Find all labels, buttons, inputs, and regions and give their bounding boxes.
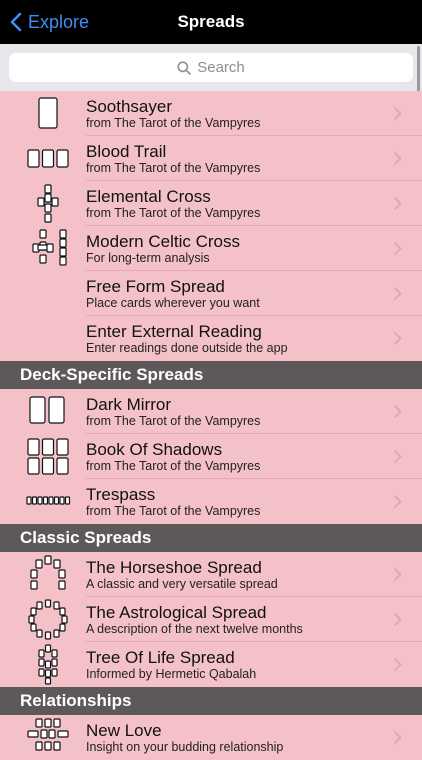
chevron-right-icon: [393, 286, 402, 301]
celtic-cross-icon: [32, 229, 67, 266]
spread-row-soothsayer[interactable]: Soothsayer from The Tarot of the Vampyre…: [0, 91, 422, 136]
chevron-right-icon: [393, 494, 402, 509]
spread-row-trespass[interactable]: Trespass from The Tarot of the Vampyres: [0, 479, 422, 524]
spread-row-new-love[interactable]: New Love Insight on your budding relatio…: [0, 715, 422, 760]
spread-row-external-reading[interactable]: Enter External Reading Enter readings do…: [0, 316, 422, 361]
spread-subtitle: from The Tarot of the Vampyres: [86, 504, 261, 518]
search-bar-container: Search: [0, 44, 422, 91]
spread-row-free-form[interactable]: Free Form Spread Place cards wherever yo…: [0, 271, 422, 316]
spread-row-dark-mirror[interactable]: Dark Mirror from The Tarot of the Vampyr…: [0, 389, 422, 434]
chevron-right-icon: [393, 106, 402, 121]
spread-row-blood-trail[interactable]: Blood Trail from The Tarot of the Vampyr…: [0, 136, 422, 181]
spread-title: Trespass: [86, 485, 156, 504]
spread-subtitle: Informed by Hermetic Qabalah: [86, 667, 257, 681]
chevron-right-icon: [393, 404, 402, 419]
navigation-bar: Explore Spreads: [0, 0, 422, 44]
tree-of-life-icon: [38, 644, 58, 685]
spread-row-astrological[interactable]: The Astrological Spread A description of…: [0, 597, 422, 642]
row-of-cards-icon: [26, 496, 71, 505]
spread-subtitle: from The Tarot of the Vampyres: [86, 116, 261, 130]
spread-title: Soothsayer: [86, 97, 172, 116]
section-header-relationships: Relationships: [0, 687, 422, 715]
spread-row-tree-of-life[interactable]: Tree Of Life Spread Informed by Hermetic…: [0, 642, 422, 687]
chevron-right-icon: [393, 241, 402, 256]
spread-title: Book Of Shadows: [86, 440, 223, 459]
two-cards-icon: [29, 396, 65, 424]
spread-title: Blood Trail: [86, 142, 167, 161]
chevron-right-icon: [393, 567, 402, 582]
spread-subtitle: Place cards wherever you want: [86, 296, 260, 310]
spread-row-book-of-shadows[interactable]: Book Of Shadows from The Tarot of the Va…: [0, 434, 422, 479]
spread-title: Enter External Reading: [86, 322, 262, 341]
spread-title: Free Form Spread: [86, 277, 225, 296]
spread-list: Soothsayer from The Tarot of the Vampyre…: [0, 91, 422, 760]
spread-subtitle: Insight on your budding relationship: [86, 740, 284, 754]
chevron-right-icon: [393, 151, 402, 166]
cross-spread-icon: [37, 184, 59, 223]
spread-title: The Horseshoe Spread: [86, 558, 262, 577]
spread-row-elemental-cross[interactable]: Elemental Cross from The Tarot of the Va…: [0, 181, 422, 226]
spread-subtitle: A classic and very versatile spread: [86, 577, 278, 591]
spread-title: Modern Celtic Cross: [86, 232, 240, 251]
spread-title: Elemental Cross: [86, 187, 211, 206]
spread-subtitle: from The Tarot of the Vampyres: [86, 206, 261, 220]
spread-subtitle: from The Tarot of the Vampyres: [86, 459, 261, 473]
spread-title: New Love: [86, 721, 162, 740]
back-button[interactable]: Explore: [10, 0, 89, 44]
chevron-right-icon: [393, 331, 402, 346]
six-cards-icon: [27, 438, 69, 475]
search-input[interactable]: Search: [9, 53, 413, 82]
three-cards-icon: [27, 149, 69, 168]
chevron-right-icon: [393, 449, 402, 464]
astrological-circle-icon: [28, 599, 68, 640]
spread-title: Tree Of Life Spread: [86, 648, 235, 667]
chevron-right-icon: [393, 196, 402, 211]
spread-row-horseshoe[interactable]: The Horseshoe Spread A classic and very …: [0, 552, 422, 597]
search-icon: [177, 60, 192, 75]
spread-subtitle: Enter readings done outside the app: [86, 341, 288, 355]
chevron-right-icon: [393, 612, 402, 627]
spread-title: The Astrological Spread: [86, 603, 267, 622]
spread-subtitle: For long-term analysis: [86, 251, 210, 265]
chevron-right-icon: [393, 730, 402, 745]
back-button-label: Explore: [28, 11, 90, 32]
one-card-icon: [38, 97, 58, 129]
chevron-right-icon: [393, 657, 402, 672]
spread-row-modern-celtic-cross[interactable]: Modern Celtic Cross For long-term analys…: [0, 226, 422, 271]
new-love-spread-icon: [27, 718, 69, 751]
section-header-deck-specific: Deck-Specific Spreads: [0, 361, 422, 389]
spread-subtitle: from The Tarot of the Vampyres: [86, 161, 261, 175]
spread-subtitle: from The Tarot of the Vampyres: [86, 414, 261, 428]
horseshoe-spread-icon: [30, 555, 66, 590]
search-placeholder: Search: [197, 59, 245, 76]
spread-subtitle: A description of the next twelve months: [86, 622, 303, 636]
spread-title: Dark Mirror: [86, 395, 171, 414]
chevron-left-icon: [10, 12, 22, 32]
section-header-classic: Classic Spreads: [0, 524, 422, 552]
